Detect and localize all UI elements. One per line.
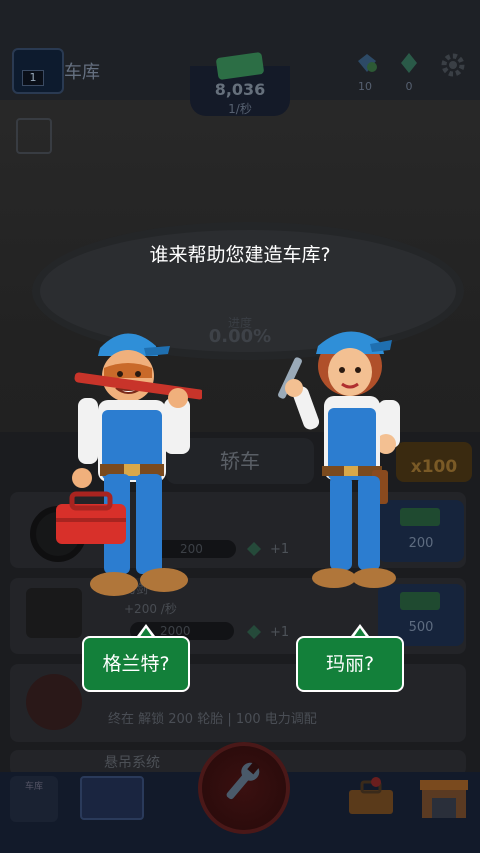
gear-icon[interactable] [440, 52, 466, 78]
gem-icon [247, 625, 261, 639]
green-gem-icon[interactable] [398, 52, 420, 74]
brake-requirement: 终在 解锁 200 轮胎 | 100 电力调配 [108, 712, 317, 727]
game-screen: 1 车库 8,036 1/秒 10 0 进度 0.00% 谁来帮助您建造车库? … [0, 0, 480, 853]
gem-icon [247, 542, 261, 556]
expand-icon[interactable] [16, 118, 52, 154]
blue-gem-icon[interactable] [356, 52, 378, 74]
choose-mary-button[interactable]: 玛丽? [296, 636, 404, 692]
money-rate: 1/秒 [228, 102, 252, 116]
shop-icon[interactable] [418, 774, 470, 820]
mechanic-mary[interactable] [274, 316, 414, 596]
green-gem-count: 0 [405, 80, 413, 93]
transmission-gem-reward: +1 [270, 625, 290, 640]
toolbox-icon[interactable] [346, 776, 396, 816]
wrench-icon [226, 761, 260, 800]
blue-gem-count: 10 [358, 80, 372, 93]
mechanic-grant[interactable] [52, 318, 202, 608]
transmission-price: 500 [408, 620, 434, 635]
helper-prompt: 谁来帮助您建造车库? [149, 244, 331, 266]
nav-build-button[interactable] [198, 742, 290, 834]
suspension-title: 悬吊系统 [104, 755, 160, 771]
nav-car-card-button[interactable] [80, 776, 144, 820]
choose-grant-button[interactable]: 格兰特? [82, 636, 190, 692]
brake-disc-image [26, 674, 82, 730]
nav-garage-label: 车库 [24, 782, 43, 792]
